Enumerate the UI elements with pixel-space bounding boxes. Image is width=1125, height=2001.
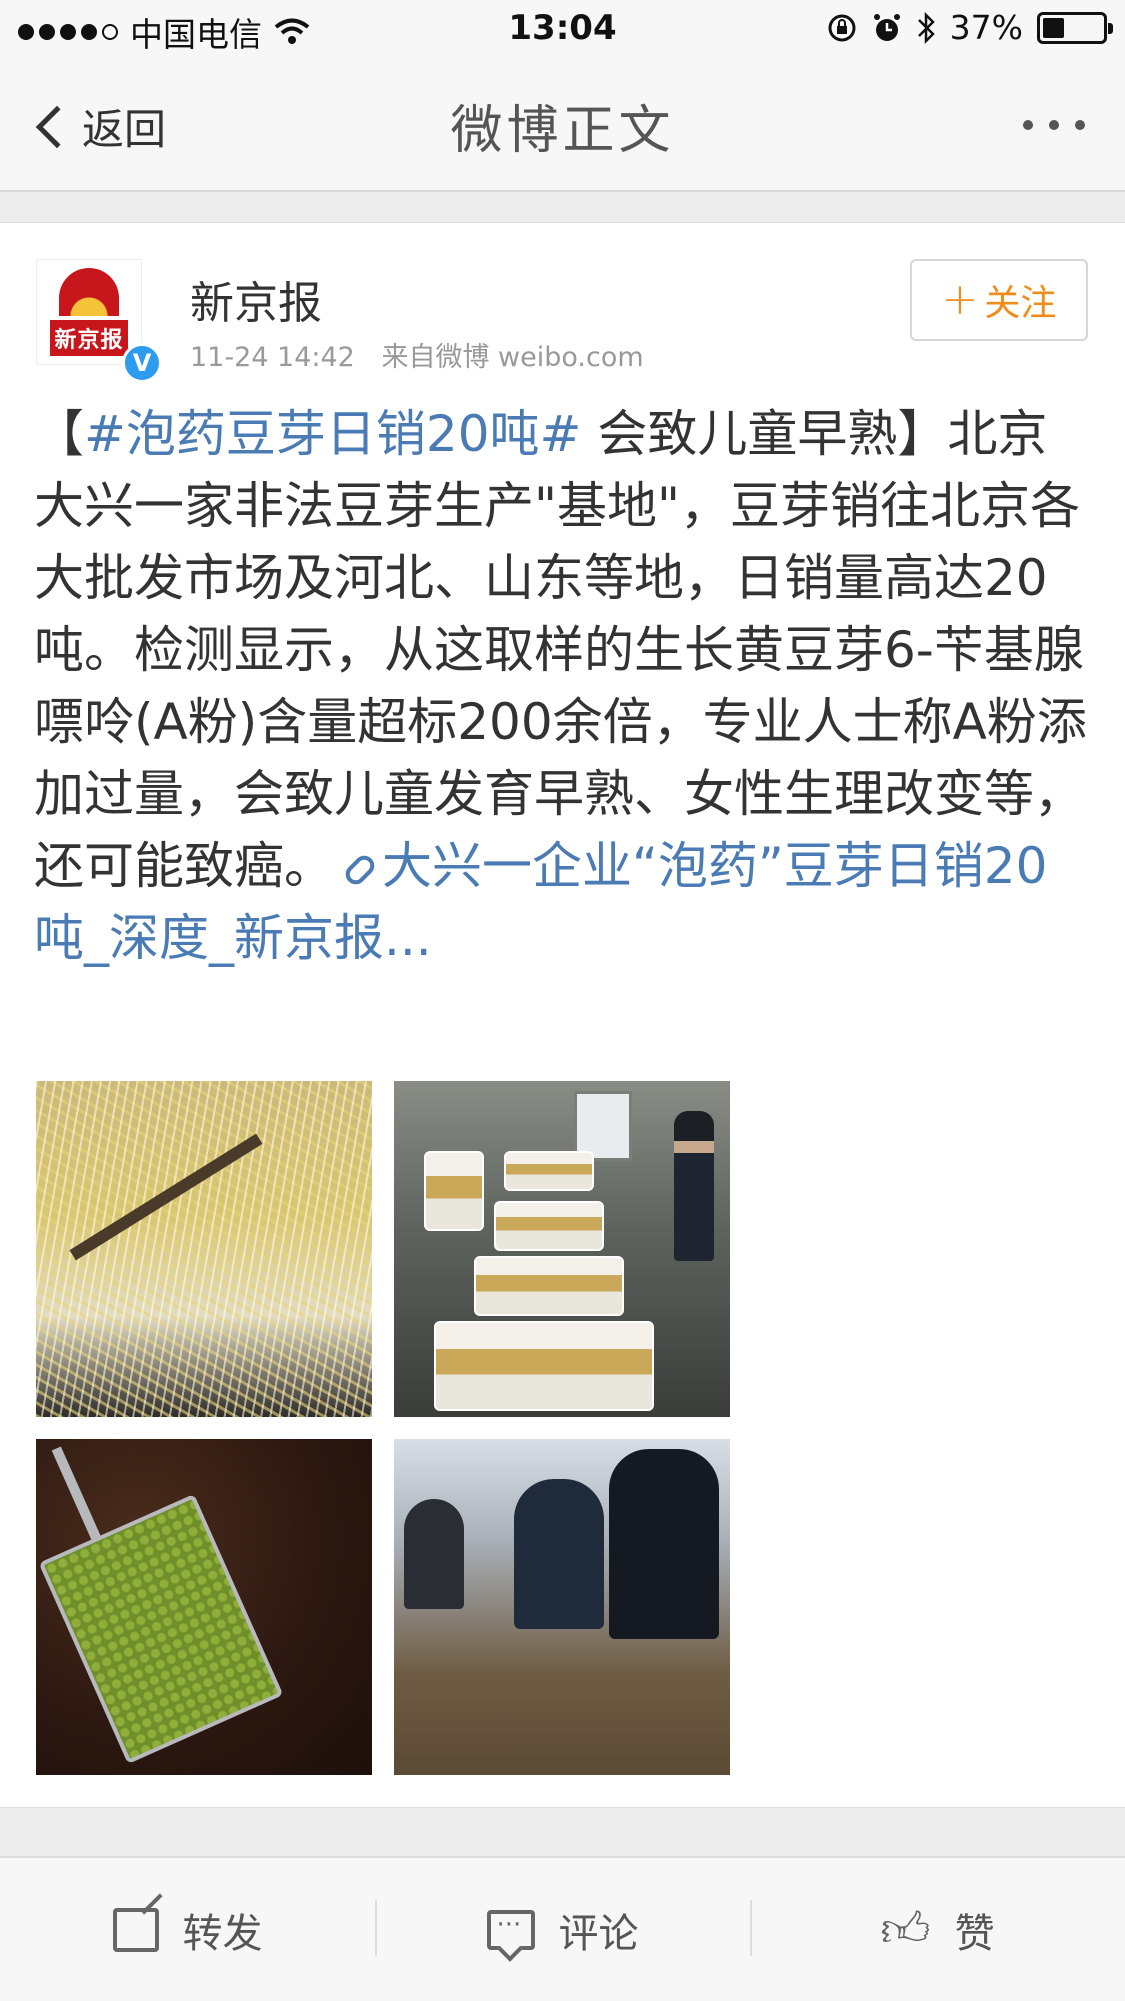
rotation-lock-icon [828,14,856,41]
photo-thumbnail-tanks[interactable] [394,1081,730,1417]
author-name[interactable]: 新京报 [190,267,322,331]
photo-thumbnail-inspection[interactable] [394,1439,730,1775]
repost-button[interactable]: 转发 [0,1858,375,2001]
page-title: 微博正文 [450,101,675,161]
link-icon [341,851,379,888]
comment-label: 评论 [558,1910,639,1957]
like-label: 赞 [954,1910,995,1957]
bottom-toolbar: 转发 评论 👍︎ 赞 [0,1856,1125,2001]
battery-level [1043,17,1065,38]
avatar-logo-text: 新京报 [50,320,128,356]
comment-icon [486,1909,535,1950]
plus-icon: + [941,274,979,325]
post-text: 【#泡药豆芽日销20吨# 会致儿童早熟】北京大兴一家非法豆芽生产"基地"，豆芽销… [34,398,1094,974]
follow-button[interactable]: + 关注 [910,259,1088,341]
bluetooth-icon [917,11,935,44]
repost-label: 转发 [182,1910,263,1957]
repost-icon [112,1907,159,1952]
more-options-button[interactable] [1023,120,1085,130]
status-right: 37% [826,8,1113,47]
post-date: 11-24 14:42 [190,342,355,373]
post-meta: 11-24 14:42 来自微博 weibo.com [190,335,644,374]
battery-percent: 37% [949,8,1023,47]
post-card: 新京报 V 新京报 11-24 14:42 来自微博 weibo.com + 关… [0,222,1125,1808]
alarm-icon [873,13,900,41]
nav-bar: 返回 微博正文 [0,60,1125,192]
headline-rest: 会致儿童早熟】 [581,405,948,463]
like-button[interactable]: 👍︎ 赞 [750,1858,1125,2001]
hashtag-link[interactable]: #泡药豆芽日销20吨# [84,405,581,463]
post-source: 来自微博 weibo.com [381,342,644,373]
more-dots-icon [1023,120,1033,130]
photo-thumbnail-sprouts[interactable] [36,1081,372,1417]
comment-button[interactable]: 评论 [375,1858,750,2001]
battery-icon [1037,11,1113,44]
follow-label: 关注 [984,283,1057,324]
thumbs-up-icon: 👍︎ [880,1901,931,1958]
post-body: 北京大兴一家非法豆芽生产"基地"，豆芽销往北京各大批发市场及河北、山东等地，日销… [34,405,1087,895]
photo-thumbnail-beans[interactable] [36,1439,372,1775]
verified-badge-icon: V [122,343,162,383]
sun-logo-icon [59,268,119,316]
bracket-open: 【 [34,405,84,463]
status-bar: 中国电信 13:04 37% [0,0,1125,60]
author-avatar[interactable]: 新京报 V [36,259,162,383]
